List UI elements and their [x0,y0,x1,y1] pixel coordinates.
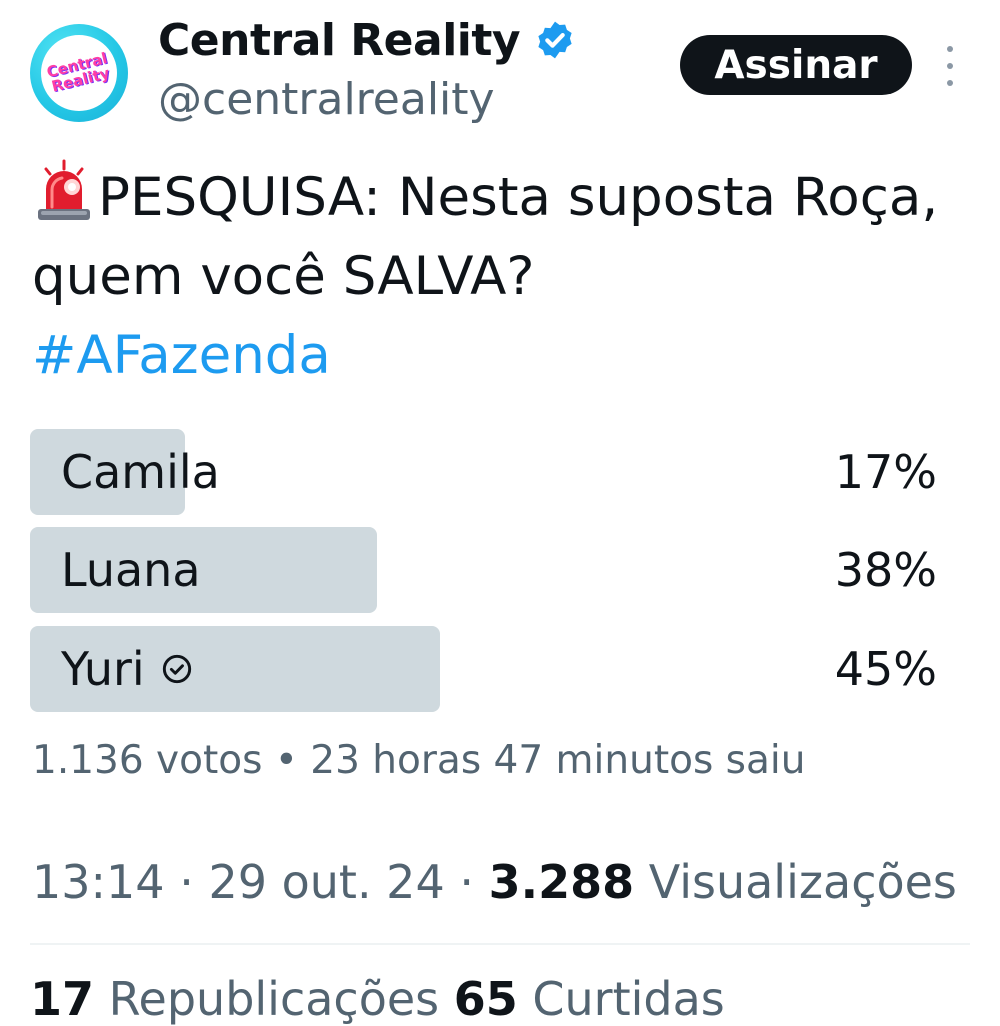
subscribe-button[interactable]: Assinar [680,35,912,95]
views-count: 3.288 [488,855,635,909]
check-circle-icon [162,654,191,684]
avatar-logo-text: Central Reality [44,49,112,96]
separator-dot: · [444,855,489,909]
poll-option-percent: 45% [834,642,937,696]
views-label: Visualizações [648,855,957,909]
name-row: Central Reality [158,14,576,66]
poll-votes: 1.136 votos [32,738,263,783]
display-name[interactable]: Central Reality [158,15,521,66]
poll-time-left: 23 horas 47 minutos saiu [310,738,806,783]
likes-label[interactable]: Curtidas [532,972,724,1026]
reposts-count[interactable]: 17 [30,972,94,1026]
avatar[interactable]: Central Reality [30,24,128,122]
hashtag-link[interactable]: #AFazenda [32,316,972,395]
poll-option-luana[interactable]: Luana 38% [30,527,942,613]
user-handle[interactable]: @centralreality [158,74,495,125]
tweet-date[interactable]: 29 out. 24 [208,855,444,909]
separator-dot: · [164,855,209,909]
poll-option-percent: 38% [834,543,937,597]
reposts-label[interactable]: Republicações [109,972,440,1026]
tweet-meta-row: 13:14 · 29 out. 24 · 3.288 Visualizações [32,855,957,909]
poll-option-label: Camila [61,445,220,499]
rotating-light-icon [38,159,90,220]
tweet-text: PESQUISA: Nesta suposta Roça, quem você … [32,158,972,395]
divider [30,943,970,945]
poll-option-yuri[interactable]: Yuri 45% [30,626,942,712]
verified-badge-icon[interactable] [534,19,576,61]
more-vertical-icon[interactable] [940,46,960,86]
tweet-time[interactable]: 13:14 [32,855,165,909]
separator-dot: • [262,738,311,783]
poll-option-label: Yuri [61,642,193,696]
engagement-stats: 17 Republicações 65 Curtidas [30,972,725,1026]
avatar-logo: Central Reality [41,35,117,111]
poll-option-label: Luana [61,543,201,597]
tweet-line: PESQUISA: Nesta suposta Roça, quem você … [32,167,939,307]
likes-count[interactable]: 65 [454,972,518,1026]
poll-option-percent: 17% [834,445,937,499]
poll-meta: 1.136 votos • 23 horas 47 minutos saiu [32,738,805,783]
poll-option-camila[interactable]: Camila 17% [30,429,942,515]
